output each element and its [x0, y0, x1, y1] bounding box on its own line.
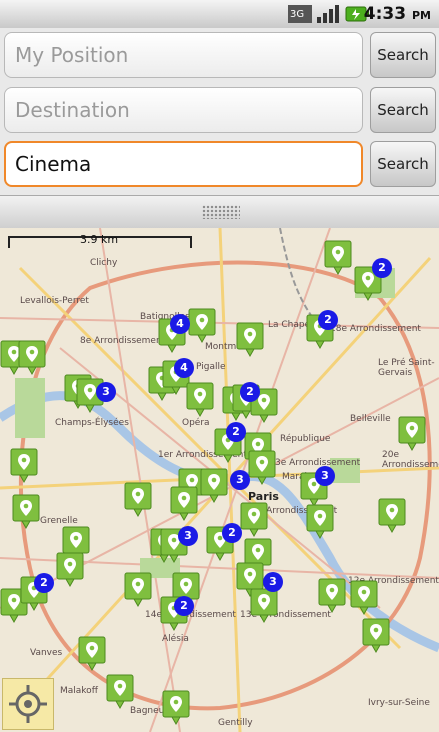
poi-cluster[interactable]: 3	[230, 470, 250, 490]
cinema-marker-icon[interactable]	[350, 580, 378, 616]
cinema-marker-icon[interactable]	[240, 502, 268, 538]
network-3g-icon: 3G	[288, 3, 312, 25]
map-label: Pigalle	[196, 362, 226, 372]
cinema-marker-icon[interactable]	[124, 572, 152, 608]
map-label: Gentilly	[218, 718, 253, 728]
cinema-marker-icon[interactable]	[200, 468, 228, 504]
poi-cluster[interactable]: 3	[315, 466, 335, 486]
signal-strength-icon	[316, 3, 340, 25]
search-panel: My Position Search Destination Search Ci…	[0, 28, 439, 195]
crosshair-icon	[9, 685, 47, 723]
map-label: 20e Arrondissement	[382, 450, 439, 470]
map-label: Opéra	[182, 418, 210, 428]
network-3g-label: 3G	[290, 9, 304, 20]
cinema-marker-icon[interactable]	[186, 382, 214, 418]
map-scale-label: 3.9 km	[80, 233, 119, 246]
map-view[interactable]: 3.9 km Clichy Levallois-Perret 8e Arrond…	[0, 228, 439, 732]
map-label: Clichy	[90, 258, 118, 268]
cinema-marker-icon[interactable]	[56, 552, 84, 588]
map-label: Champs-Élysées	[55, 418, 129, 428]
map-label: Levallois-Perret	[20, 296, 89, 306]
status-bar: 3G 4:33 PM	[0, 0, 439, 29]
poi-cluster[interactable]: 3	[96, 382, 116, 402]
map-label: Alésia	[162, 634, 189, 644]
poi-cluster[interactable]: 2	[222, 523, 242, 543]
cinema-marker-icon[interactable]	[378, 498, 406, 534]
cinema-marker-icon[interactable]	[78, 636, 106, 672]
cinema-marker-icon[interactable]	[318, 578, 346, 614]
search-destination-button[interactable]: Search	[370, 87, 436, 133]
panel-divider[interactable]	[0, 195, 439, 229]
poi-cluster[interactable]: 3	[178, 526, 198, 546]
clock: 4:33 PM	[364, 4, 431, 24]
map-label: Malakoff	[60, 686, 98, 696]
poi-query-input[interactable]: Cinema	[4, 141, 363, 187]
map-label: Ivry-sur-Seine	[368, 698, 430, 708]
map-label: 3e Arrondissement	[275, 458, 361, 468]
poi-cluster[interactable]: 2	[372, 258, 392, 278]
search-my-position-button[interactable]: Search	[370, 32, 436, 78]
map-label: Vanves	[30, 648, 63, 658]
cinema-marker-icon[interactable]	[188, 308, 216, 344]
my-location-button[interactable]	[2, 678, 54, 730]
cinema-marker-icon[interactable]	[324, 240, 352, 276]
cinema-marker-icon[interactable]	[250, 588, 278, 624]
cinema-marker-icon[interactable]	[248, 450, 276, 486]
map-label: 8e Arrondissement	[80, 336, 166, 346]
map-label: Grenelle	[40, 516, 78, 526]
cinema-marker-icon[interactable]	[236, 322, 264, 358]
cinema-marker-icon[interactable]	[398, 416, 426, 452]
poi-cluster[interactable]: 2	[34, 573, 54, 593]
my-position-input[interactable]: My Position	[4, 32, 363, 78]
cinema-marker-icon[interactable]	[124, 482, 152, 518]
poi-cluster[interactable]: 3	[263, 572, 283, 592]
cinema-marker-icon[interactable]	[362, 618, 390, 654]
poi-cluster[interactable]: 2	[174, 596, 194, 616]
drag-grip-icon[interactable]	[202, 205, 240, 219]
poi-cluster[interactable]: 4	[170, 314, 190, 334]
clock-time: 4:33	[363, 4, 407, 24]
map-label: République	[280, 434, 331, 444]
poi-cluster[interactable]: 2	[226, 422, 246, 442]
cinema-marker-icon[interactable]	[10, 448, 38, 484]
cinema-marker-icon[interactable]	[12, 494, 40, 530]
clock-ampm: PM	[411, 9, 431, 22]
poi-cluster[interactable]: 4	[174, 358, 194, 378]
map-label: Le Pré Saint-Gervais	[378, 358, 435, 378]
cinema-marker-icon[interactable]	[162, 690, 190, 726]
map-label: Belleville	[350, 414, 391, 424]
search-poi-button[interactable]: Search	[370, 141, 436, 187]
destination-input[interactable]: Destination	[4, 87, 363, 133]
cinema-marker-icon[interactable]	[306, 504, 334, 540]
poi-cluster[interactable]: 2	[318, 310, 338, 330]
poi-cluster[interactable]: 2	[240, 382, 260, 402]
map-label: 18e Arrondissement	[330, 324, 421, 334]
cinema-marker-icon[interactable]	[18, 340, 46, 376]
cinema-marker-icon[interactable]	[170, 486, 198, 522]
cinema-marker-icon[interactable]	[106, 674, 134, 710]
